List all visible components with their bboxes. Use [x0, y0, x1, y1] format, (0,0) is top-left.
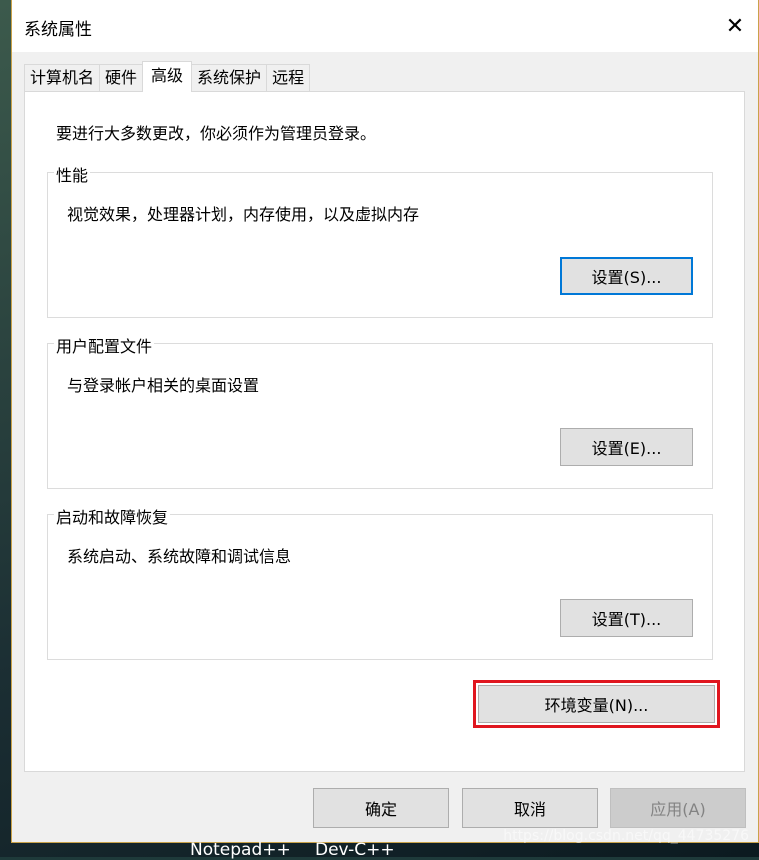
tab-bar: 计算机名 硬件 高级 系统保护 远程: [24, 61, 311, 92]
group-description: 与登录帐户相关的桌面设置: [67, 376, 260, 395]
group-title: 启动和故障恢复: [54, 504, 171, 528]
admin-note: 要进行大多数更改，你必须作为管理员登录。: [56, 124, 377, 143]
group-description: 视觉效果，处理器计划，内存使用，以及虚拟内存: [67, 205, 420, 224]
tab-advanced[interactable]: 高级: [142, 61, 193, 92]
tab-remote[interactable]: 远程: [266, 64, 311, 92]
startup-recovery-settings-button[interactable]: 设置(T)...: [560, 599, 693, 637]
user-profiles-group: 用户配置文件 与登录帐户相关的桌面设置 设置(E)...: [47, 333, 713, 489]
tab-hardware[interactable]: 硬件: [99, 64, 144, 92]
watermark: https://blog.csdn.net/qq_44735276: [503, 828, 749, 844]
window-title: 系统属性: [24, 20, 92, 40]
performance-group: 性能 视觉效果，处理器计划，内存使用，以及虚拟内存 设置(S)...: [47, 162, 713, 318]
group-description: 系统启动、系统故障和调试信息: [67, 547, 292, 566]
system-properties-dialog: 系统属性 ✕ 计算机名 硬件 高级 系统保护 远程 要进行大多数更改，你必须作为…: [11, 0, 759, 843]
cancel-button[interactable]: 取消: [462, 788, 598, 828]
user-profiles-settings-button[interactable]: 设置(E)...: [560, 428, 693, 466]
advanced-panel: 要进行大多数更改，你必须作为管理员登录。 性能 视觉效果，处理器计划，内存使用，…: [24, 91, 745, 772]
environment-variables-button[interactable]: 环境变量(N)...: [473, 680, 720, 728]
tab-computer-name[interactable]: 计算机名: [24, 64, 101, 92]
close-button[interactable]: ✕: [712, 0, 758, 52]
taskbar-item-notepadpp[interactable]: Notepad++: [190, 840, 291, 860]
tab-system-protection[interactable]: 系统保护: [191, 64, 268, 92]
close-icon: ✕: [725, 13, 745, 39]
title-bar: 系统属性 ✕: [12, 0, 758, 52]
apply-button[interactable]: 应用(A): [610, 788, 746, 828]
group-title: 性能: [54, 162, 91, 186]
taskbar-item-devcpp[interactable]: Dev-C++: [315, 840, 395, 860]
group-title: 用户配置文件: [54, 333, 155, 357]
performance-settings-button[interactable]: 设置(S)...: [560, 257, 693, 295]
ok-button[interactable]: 确定: [313, 788, 449, 828]
startup-recovery-group: 启动和故障恢复 系统启动、系统故障和调试信息 设置(T)...: [47, 504, 713, 660]
